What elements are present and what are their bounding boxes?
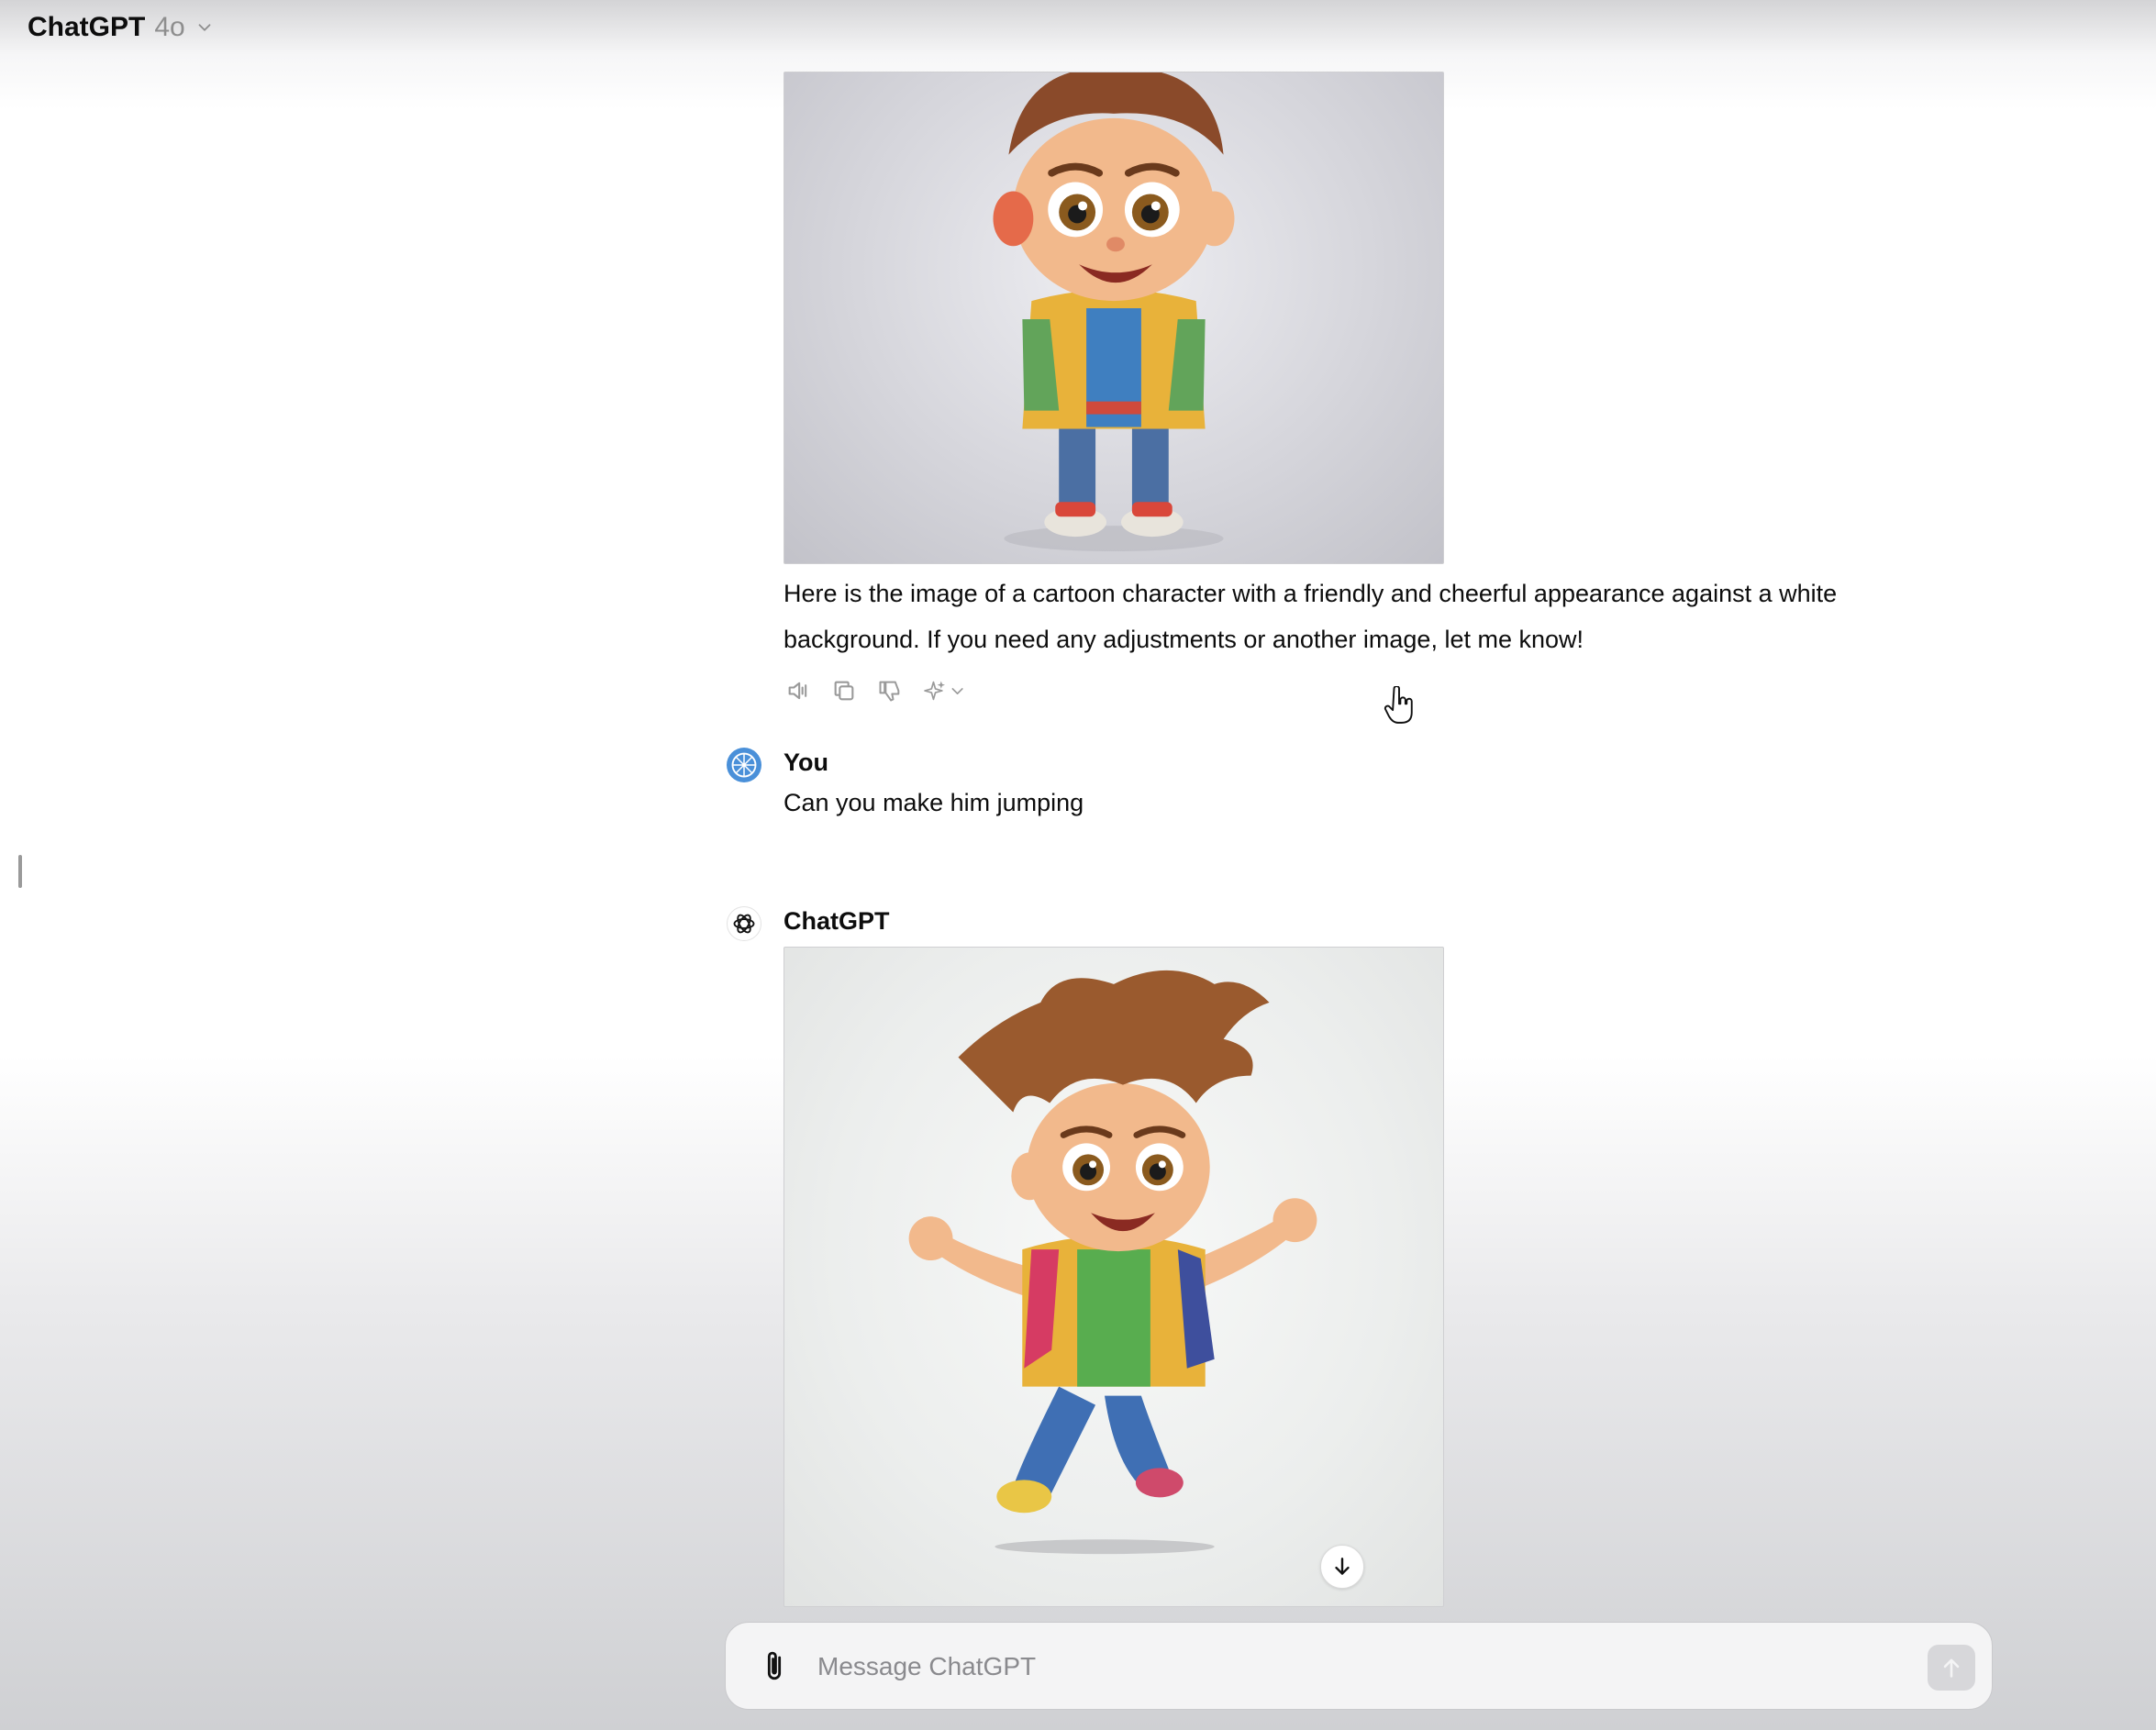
chevron-down-icon	[198, 24, 211, 31]
paperclip-icon[interactable]	[759, 1648, 790, 1685]
pointer-hand-icon	[1384, 686, 1413, 724]
message-actions	[783, 675, 969, 706]
copy-button[interactable]	[829, 676, 859, 705]
cartoon-boy-jumping-illustration	[908, 970, 1317, 1555]
chatgpt-avatar	[727, 906, 761, 941]
send-button[interactable]	[1928, 1645, 1975, 1691]
sparkle-regenerate-icon	[924, 681, 963, 701]
bad-response-button[interactable]	[875, 676, 905, 705]
openai-logo-icon	[733, 914, 755, 934]
arrow-up-icon	[1943, 1658, 1960, 1678]
assistant-author-label: ChatGPT	[783, 907, 890, 935]
arrow-down-icon	[1335, 1558, 1350, 1575]
generated-image-jumping[interactable]	[783, 947, 1444, 1607]
user-avatar	[727, 748, 761, 782]
model-switcher[interactable]: ChatGPT 4o	[28, 12, 215, 43]
read-aloud-button[interactable]	[783, 676, 813, 705]
model-name: ChatGPT	[28, 12, 146, 42]
user-message-text: Can you make him jumping	[783, 789, 1084, 816]
top-bar: ChatGPT 4o	[0, 0, 2156, 55]
copy-icon	[834, 681, 854, 701]
globe-pattern-icon	[731, 752, 757, 778]
sidebar-toggle-handle[interactable]	[18, 855, 22, 888]
speaker-icon	[788, 682, 807, 700]
generated-image-standing[interactable]	[783, 72, 1444, 564]
assistant-message-text: Here is the image of a cartoon character…	[783, 580, 1838, 653]
thumbs-down-icon	[879, 681, 900, 702]
message-input[interactable]	[817, 1641, 1873, 1692]
cartoon-boy-standing-illustration	[993, 72, 1235, 552]
regenerate-button[interactable]	[921, 676, 969, 705]
download-image-button[interactable]	[1320, 1545, 1364, 1589]
model-version: 4o	[154, 12, 185, 42]
user-author-label: You	[783, 749, 828, 776]
message-composer	[725, 1622, 1993, 1710]
